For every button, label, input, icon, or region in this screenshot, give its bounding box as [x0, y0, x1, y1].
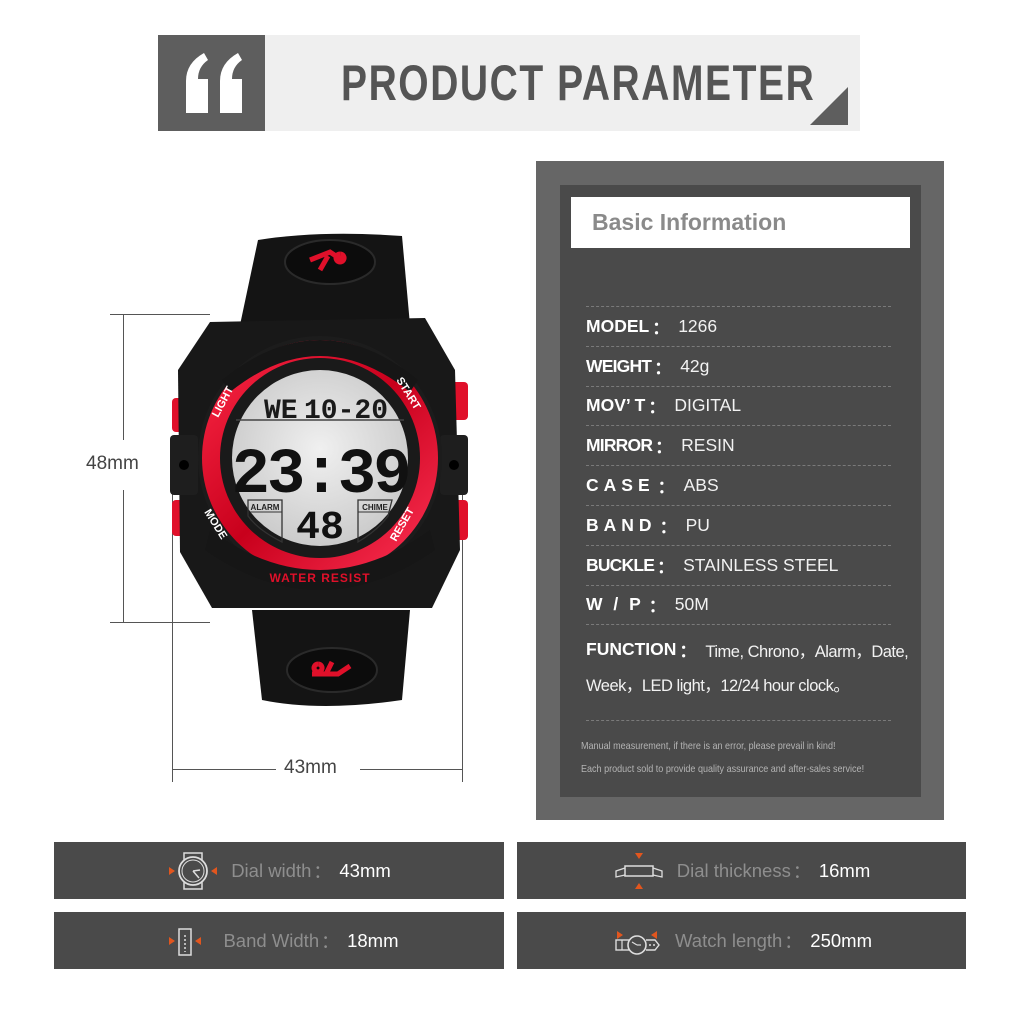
spec-key: MODEL [586, 315, 650, 336]
dimension-bar-dial-thickness: Dial thickness： 16mm [517, 842, 966, 899]
header-banner: PRODUCT PARAMETER [158, 35, 860, 131]
width-dimension-label: 43mm [284, 757, 337, 779]
dial-width-icon [169, 851, 218, 890]
spec-row-mirror: MIRROR： RESIN [586, 425, 891, 465]
watch-length-icon [615, 930, 660, 955]
dimension-value: 18mm [347, 929, 399, 951]
spec-key: WEIGHT [586, 355, 652, 376]
spec-row-band: BAND： PU [586, 504, 891, 545]
band-width-icon [169, 927, 202, 956]
lcd-day: WE [264, 396, 298, 427]
spec-row-buckle: BUCKLE： STAINLESS STEEL [586, 544, 891, 585]
dimension-bar-dial-width: Dial width： 43mm [54, 842, 504, 899]
spec-value: 1266 [678, 315, 718, 336]
height-dimension-line-upper [123, 314, 124, 440]
spec-key: W / P [586, 594, 641, 615]
width-dimension-line-right [360, 769, 462, 770]
spec-value: STAINLESS STEEL [683, 554, 839, 575]
lcd-seconds: 48 [296, 506, 344, 551]
spec-value: PU [685, 514, 710, 535]
dimension-bar-band-width: Band Width： 18mm [54, 912, 504, 969]
info-title-bar: Basic Information [571, 197, 910, 248]
spec-key: CASE [586, 475, 655, 496]
page-title: PRODUCT PARAMETER [341, 55, 816, 111]
lcd-alarm-label: ALARM [251, 503, 280, 512]
spec-value: DIGITAL [674, 395, 742, 416]
dimension-label: Band Width [223, 929, 320, 951]
spec-value: Time, Chrono，Alarm，Date, [705, 642, 909, 661]
spec-key: MIRROR [586, 435, 653, 456]
spec-row-model: MODEL： 1266 [586, 306, 891, 346]
spec-row-water-proof: W / P： 50M [586, 584, 891, 625]
spec-key: MOV’ T [586, 395, 646, 416]
divider [586, 720, 891, 722]
bottom-strap-badge [286, 647, 378, 693]
dimension-label: Dial thickness [676, 859, 791, 881]
spec-row-movement: MOV’ T： DIGITAL [586, 385, 891, 426]
disclaimer-note: Manual measurement, if there is an error… [581, 740, 836, 752]
spec-value: ABS [683, 475, 719, 496]
double-quote-icon [158, 35, 265, 131]
spec-row-weight: WEIGHT： 42g [586, 345, 891, 386]
width-dimension-line-left [172, 769, 276, 770]
spec-row-function: FUNCTION： Time, Chrono，Alarm，Date, Week，L… [586, 624, 909, 720]
height-dimension-line-lower [123, 490, 124, 622]
info-title: Basic Information [592, 209, 787, 235]
spec-key: FUNCTION [586, 639, 677, 660]
corner-triangle-decoration [810, 87, 848, 125]
spec-row-case: CASE： ABS [586, 465, 891, 505]
dimension-value: 250mm [810, 929, 872, 951]
spec-list: MODEL： 1266 WEIGHT： 42g MOV’ T： DIGITAL MIR… [586, 306, 909, 722]
lcd-date: 10-20 [304, 396, 388, 427]
spec-key: BUCKLE [586, 554, 655, 575]
top-strap-badge [284, 239, 376, 285]
dimension-value: 43mm [339, 859, 391, 881]
spec-value: RESIN [681, 435, 735, 456]
service-note: Each product sold to provide quality ass… [581, 763, 865, 775]
dimension-label: Dial width [231, 859, 312, 881]
dimension-label: Watch length [675, 929, 783, 951]
spec-value: 42g [680, 355, 710, 376]
dial-thickness-icon [615, 852, 663, 889]
dimension-value: 16mm [818, 859, 871, 881]
lcd-chime-label: CHIME [362, 503, 388, 512]
spec-value-continued: Week，LED light，12/24 hour clock。 [586, 677, 850, 696]
lcd-time: 23:39 [231, 440, 408, 512]
spec-value: 50M [674, 594, 709, 615]
dimension-bar-watch-length: Watch length： 250mm [517, 912, 966, 969]
height-dimension-label: 48mm [86, 453, 139, 475]
spec-key: BAND [586, 514, 657, 535]
watch-image: WE 10-20 23:39 48 ALARM CHIME LIGHT STAR… [170, 233, 468, 706]
bezel-label-water-resist: WATER RESIST [269, 571, 370, 585]
